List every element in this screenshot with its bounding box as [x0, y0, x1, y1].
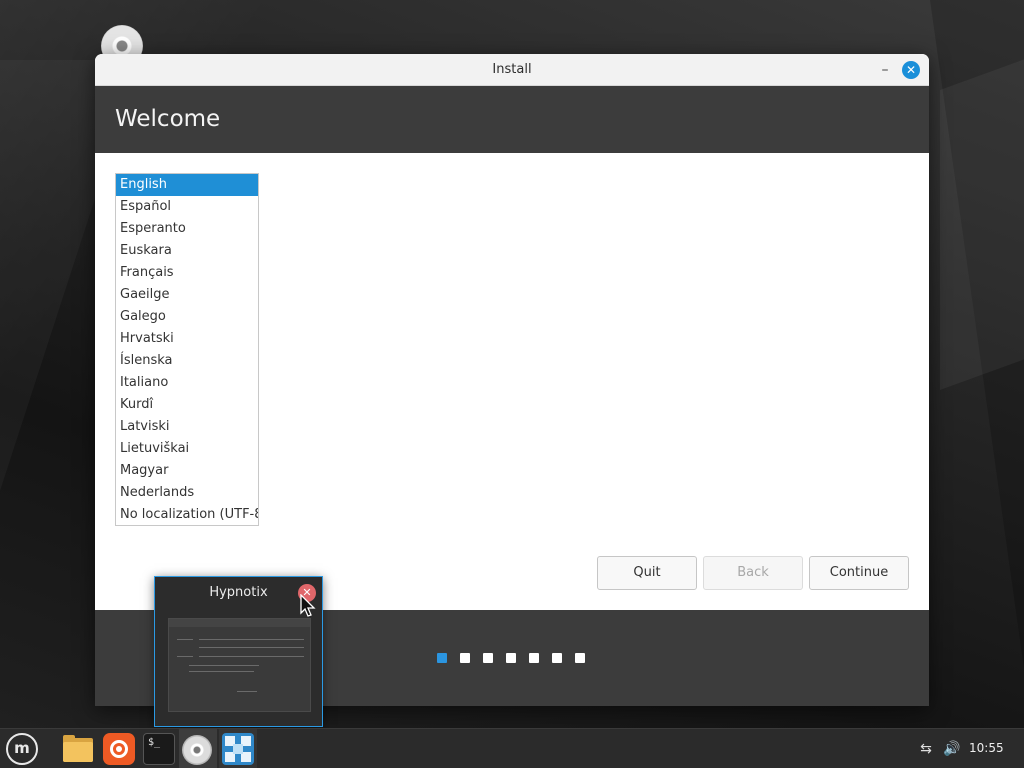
disc-icon[interactable] — [182, 735, 212, 765]
continue-button[interactable]: Continue — [809, 556, 909, 590]
thumbnail-titlebar — [169, 619, 310, 627]
thumbnail-line — [199, 647, 304, 648]
window-preview-popup[interactable]: Hypnotix ✕ — [154, 576, 323, 727]
back-button[interactable]: Back — [703, 556, 803, 590]
thumbnail-line — [199, 639, 304, 640]
language-item[interactable]: Français — [116, 262, 258, 284]
language-item[interactable]: Nederlands — [116, 482, 258, 504]
page-title: Welcome — [115, 106, 221, 132]
preview-thumbnail[interactable] — [168, 618, 311, 712]
thumbnail-line — [177, 656, 193, 657]
step-dot — [506, 653, 516, 663]
thumbnail-line — [199, 656, 304, 657]
language-item[interactable]: Esperanto — [116, 218, 258, 240]
language-item[interactable]: English — [116, 174, 258, 196]
language-item[interactable]: Lietuviškai — [116, 438, 258, 460]
main-content: English Español Esperanto Euskara Français Ga… — [95, 153, 929, 609]
language-item[interactable]: Latviski — [116, 416, 258, 438]
window-titlebar[interactable]: Install – ✕ — [95, 54, 929, 86]
hypnotix-icon[interactable] — [222, 733, 254, 765]
thumbnail-line — [189, 671, 254, 672]
clock[interactable]: 10:55 — [969, 741, 1004, 755]
volume-icon[interactable]: 🔊 — [942, 739, 962, 759]
language-item[interactable]: Hrvatski — [116, 328, 258, 350]
terminal-icon[interactable]: $_ — [143, 733, 175, 765]
mint-menu-icon[interactable]: m — [6, 733, 38, 765]
language-item[interactable]: Galego — [116, 306, 258, 328]
mouse-cursor-icon — [300, 594, 316, 617]
thumbnail-line — [177, 639, 193, 640]
thumbnail-line — [189, 665, 259, 666]
preview-title: Hypnotix — [209, 585, 268, 600]
language-list[interactable]: English Español Esperanto Euskara Français Ga… — [115, 173, 259, 526]
folder-icon[interactable] — [62, 733, 94, 765]
language-item[interactable]: Italiano — [116, 372, 258, 394]
language-item[interactable]: Magyar — [116, 460, 258, 482]
close-button[interactable]: ✕ — [902, 61, 920, 79]
taskbar: m $_ ⇆ 🔊 10:55 — [0, 728, 1024, 768]
step-dot — [529, 653, 539, 663]
step-indicator — [437, 653, 585, 663]
step-dot — [460, 653, 470, 663]
minimize-button[interactable]: – — [875, 60, 895, 80]
step-dot — [575, 653, 585, 663]
language-item[interactable]: Euskara — [116, 240, 258, 262]
browser-icon[interactable] — [103, 733, 135, 765]
step-dot — [437, 653, 447, 663]
step-dot — [483, 653, 493, 663]
language-item[interactable]: Íslenska — [116, 350, 258, 372]
language-item[interactable]: Kurdî — [116, 394, 258, 416]
network-icon[interactable]: ⇆ — [916, 739, 936, 759]
language-item[interactable]: No localization (UTF-8) — [116, 504, 258, 525]
thumbnail-line — [237, 691, 257, 692]
quit-button[interactable]: Quit — [597, 556, 697, 590]
page-header: Welcome — [95, 86, 929, 153]
wallpaper-stripe — [940, 57, 1024, 391]
window-title: Install — [492, 62, 532, 77]
language-item[interactable]: Gaeilge — [116, 284, 258, 306]
step-dot — [552, 653, 562, 663]
language-item[interactable]: Español — [116, 196, 258, 218]
